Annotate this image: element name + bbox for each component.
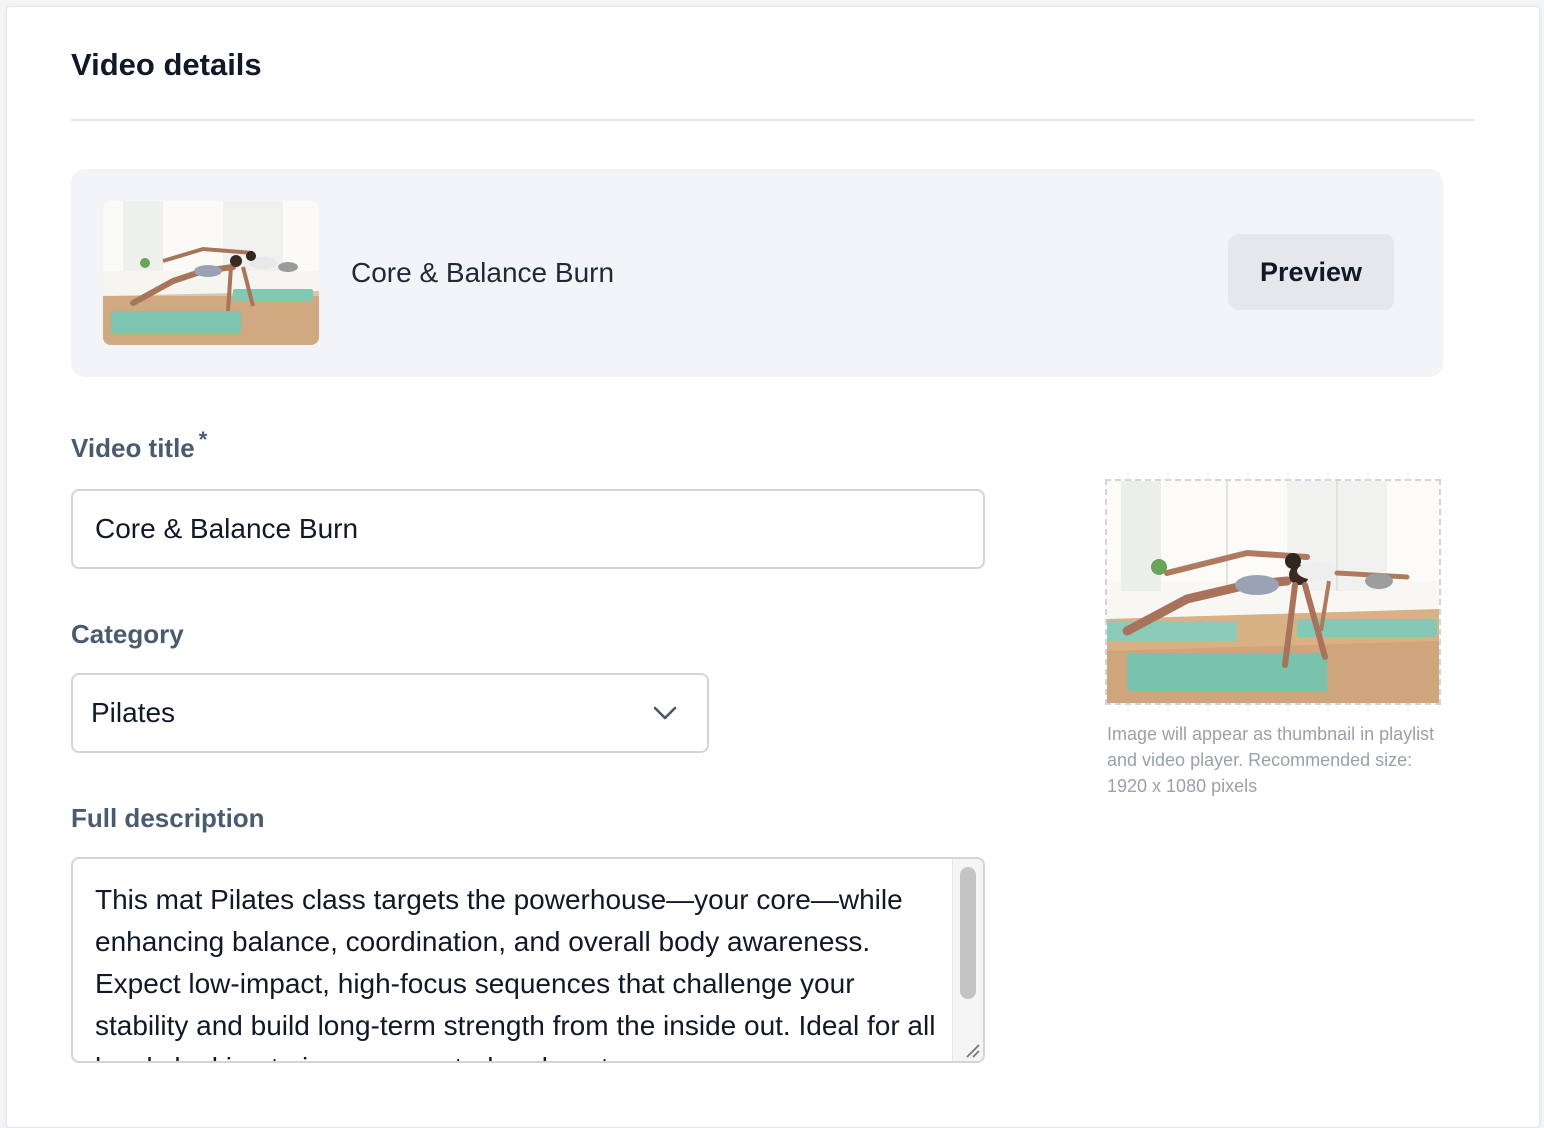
resize-grip-icon[interactable] xyxy=(961,1039,981,1059)
thumbnail-upload-image[interactable] xyxy=(1105,479,1441,705)
summary-thumbnail-image xyxy=(103,201,319,345)
header-divider xyxy=(71,119,1475,121)
chevron-down-icon xyxy=(651,699,679,727)
summary-video-name: Core & Balance Burn xyxy=(351,257,615,288)
video-details-card: Video details Core & Balance Burn Previe… xyxy=(6,6,1540,1128)
category-label: Category xyxy=(71,619,184,649)
preview-button[interactable]: Preview xyxy=(1228,234,1394,310)
description-scroll-thumb[interactable] xyxy=(960,867,976,999)
video-title-input[interactable] xyxy=(71,489,985,569)
description-textarea[interactable]: This mat Pilates class targets the power… xyxy=(71,857,985,1063)
page-title: Video details xyxy=(71,47,262,82)
category-selected-value: Pilates xyxy=(91,697,176,728)
description-scrollbar[interactable] xyxy=(952,859,983,1061)
video-title-label-text: Video title xyxy=(71,433,195,463)
category-select[interactable]: Pilates xyxy=(71,673,709,753)
video-title-label: Video title * xyxy=(71,427,207,464)
description-text[interactable]: This mat Pilates class targets the power… xyxy=(95,879,945,1061)
description-label: Full description xyxy=(71,803,265,833)
required-asterisk: * xyxy=(198,427,208,452)
video-summary-panel: Core & Balance Burn Preview xyxy=(71,169,1443,377)
thumbnail-help-text: Image will appear as thumbnail in playli… xyxy=(1107,724,1435,796)
